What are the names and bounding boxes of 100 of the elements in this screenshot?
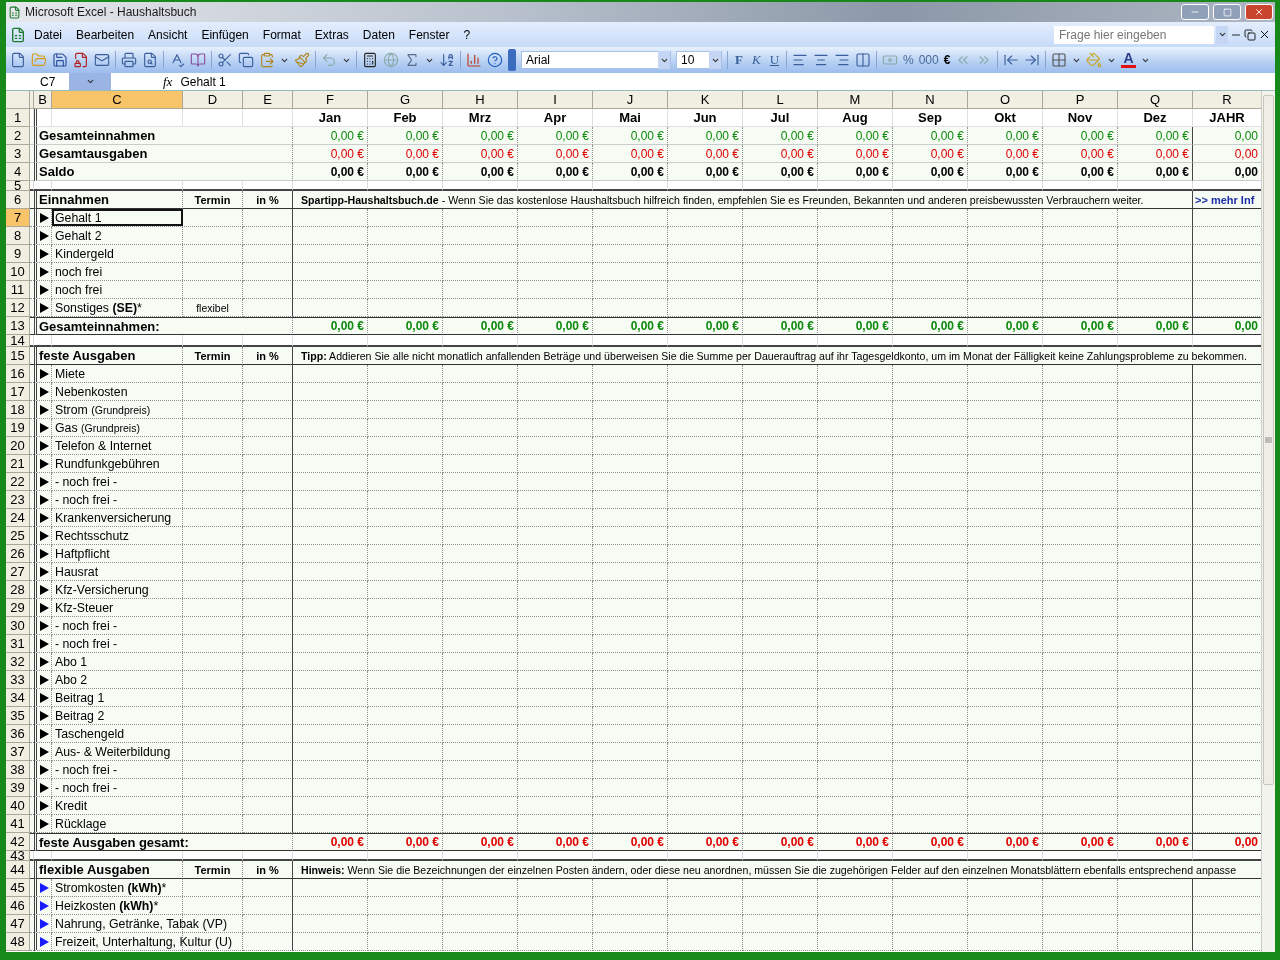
table-cell[interactable]: Dez bbox=[1118, 109, 1193, 127]
table-cell[interactable]: flexibel bbox=[183, 299, 243, 317]
table-cell[interactable]: 0,00 € bbox=[818, 145, 893, 163]
row-header[interactable]: 4 bbox=[6, 163, 30, 181]
row-header[interactable]: 32 bbox=[6, 653, 30, 671]
cut-icon[interactable] bbox=[217, 52, 233, 68]
row-header[interactable]: 40 bbox=[6, 797, 30, 815]
font-size-field[interactable]: 10 bbox=[676, 51, 722, 69]
restore-icon[interactable] bbox=[1244, 28, 1256, 41]
item-label[interactable]: Kindergeld bbox=[52, 245, 243, 263]
row-header[interactable]: 6 bbox=[6, 191, 30, 209]
table-cell[interactable]: Apr bbox=[518, 109, 593, 127]
row-header[interactable]: 22 bbox=[6, 473, 30, 491]
more-info-link[interactable]: >> mehr Inf bbox=[1193, 193, 1255, 206]
item-label[interactable]: Abo 1 bbox=[52, 653, 243, 671]
row-header[interactable]: 23 bbox=[6, 491, 30, 509]
table-cell[interactable]: 0,00 bbox=[1193, 145, 1261, 163]
table-cell[interactable]: 0,00 € bbox=[593, 127, 668, 145]
column-header[interactable]: G bbox=[368, 91, 443, 109]
align-left-icon[interactable] bbox=[792, 52, 808, 68]
menu-item[interactable]: ? bbox=[457, 25, 477, 44]
row-header[interactable]: 9 bbox=[6, 245, 30, 263]
table-cell[interactable]: 0,00 € bbox=[518, 145, 593, 163]
table-cell[interactable]: Termin bbox=[183, 861, 243, 879]
spelling-icon[interactable] bbox=[169, 52, 185, 68]
table-cell[interactable]: 0,00 € bbox=[743, 833, 818, 851]
row-header[interactable]: 15 bbox=[6, 347, 30, 365]
column-header[interactable]: C bbox=[52, 91, 183, 109]
minimize-button[interactable] bbox=[1181, 4, 1209, 20]
column-header[interactable]: R bbox=[1193, 91, 1261, 109]
item-label[interactable]: Gas (Grundpreis) bbox=[52, 419, 243, 437]
item-label[interactable]: - noch frei - bbox=[52, 473, 243, 491]
row-header[interactable]: 30 bbox=[6, 617, 30, 635]
item-label[interactable]: Gehalt 2 bbox=[52, 227, 243, 245]
table-cell[interactable]: 0,00 bbox=[1193, 127, 1261, 145]
format-painter-icon[interactable] bbox=[294, 52, 310, 68]
help-search-field[interactable]: Frage hier eingeben bbox=[1054, 25, 1214, 44]
table-cell[interactable]: 0,00 € bbox=[293, 145, 368, 163]
column-header[interactable]: L bbox=[743, 91, 818, 109]
item-label[interactable]: Beitrag 1 bbox=[52, 689, 243, 707]
table-cell[interactable]: 0,00 € bbox=[368, 145, 443, 163]
chart-icon[interactable] bbox=[466, 52, 482, 68]
table-cell[interactable]: 0,00 € bbox=[1043, 317, 1118, 335]
item-label[interactable]: Rücklage bbox=[52, 815, 243, 833]
table-cell[interactable]: 0,00 € bbox=[293, 833, 368, 851]
currency-icon[interactable] bbox=[882, 52, 898, 68]
table-cell[interactable]: 0,00 € bbox=[743, 127, 818, 145]
table-cell[interactable]: 0,00 € bbox=[818, 163, 893, 181]
row-header[interactable]: 8 bbox=[6, 227, 30, 245]
fill-color-icon[interactable] bbox=[1086, 52, 1103, 68]
row-header[interactable]: 16 bbox=[6, 365, 30, 383]
row-header[interactable]: 3 bbox=[6, 145, 30, 163]
row-header[interactable]: 26 bbox=[6, 545, 30, 563]
row-header[interactable]: 38 bbox=[6, 761, 30, 779]
borders-icon[interactable] bbox=[1051, 52, 1068, 68]
table-cell[interactable]: 0,00 € bbox=[368, 163, 443, 181]
row-header[interactable]: 1 bbox=[6, 109, 30, 127]
item-label[interactable]: Miete bbox=[52, 365, 243, 383]
item-label[interactable]: Rundfunkgebühren bbox=[52, 455, 243, 473]
column-header[interactable]: K bbox=[668, 91, 743, 109]
table-cell[interactable]: 0,00 € bbox=[968, 163, 1043, 181]
item-label[interactable]: Nahrung, Getränke, Tabak (VP) bbox=[52, 915, 243, 933]
row-header[interactable]: 11 bbox=[6, 281, 30, 299]
column-header[interactable]: M bbox=[818, 91, 893, 109]
table-cell[interactable]: 0,00 € bbox=[593, 163, 668, 181]
table-cell[interactable]: 0,00 € bbox=[968, 317, 1043, 335]
table-cell[interactable]: 0,00 bbox=[1193, 833, 1261, 851]
table-cell[interactable]: 0,00 € bbox=[1043, 127, 1118, 145]
table-cell[interactable]: Gesamteinnahmen bbox=[34, 127, 293, 145]
table-cell[interactable]: 0,00 bbox=[1193, 163, 1261, 181]
table-cell[interactable]: Spartipp-Haushaltsbuch.de - Wenn Sie das kostenlose Haushaltsbuch hilfreich finden, empfehlen Sie es Freunden, Bekannten und anderen preisbewussten Verbrauchern weiter. bbox=[293, 191, 1193, 209]
row-header[interactable]: 10 bbox=[6, 263, 30, 281]
table-cell[interactable]: 0,00 € bbox=[743, 317, 818, 335]
paste-icon[interactable] bbox=[259, 52, 275, 68]
table-cell[interactable]: 0,00 € bbox=[293, 317, 368, 335]
table-cell[interactable]: 0,00 € bbox=[1118, 145, 1193, 163]
table-cell[interactable]: 0,00 € bbox=[443, 145, 518, 163]
row-header[interactable]: 39 bbox=[6, 779, 30, 797]
table-cell[interactable]: Mrz bbox=[443, 109, 518, 127]
table-cell[interactable]: Termin bbox=[183, 347, 243, 365]
column-header[interactable]: D bbox=[183, 91, 243, 109]
permission-icon[interactable] bbox=[73, 52, 89, 68]
item-label[interactable]: Freizeit, Unterhaltung, Kultur (U) bbox=[52, 933, 243, 951]
column-header[interactable]: F bbox=[293, 91, 368, 109]
table-cell[interactable]: in % bbox=[243, 191, 293, 209]
item-label[interactable]: Kfz-Steuer bbox=[52, 599, 243, 617]
menu-item[interactable]: Daten bbox=[356, 25, 401, 44]
row-header[interactable]: 33 bbox=[6, 671, 30, 689]
table-cell[interactable]: 0,00 € bbox=[893, 145, 968, 163]
table-cell[interactable]: Sep bbox=[893, 109, 968, 127]
sum-icon[interactable] bbox=[404, 52, 420, 68]
table-cell[interactable]: Nov bbox=[1043, 109, 1118, 127]
table-cell[interactable]: Gesamtausgaben bbox=[34, 145, 293, 163]
table-cell[interactable]: flexible Ausgaben bbox=[34, 861, 183, 879]
row-header[interactable]: 29 bbox=[6, 599, 30, 617]
item-label[interactable]: Heizkosten (kWh)* bbox=[52, 897, 243, 915]
row-header[interactable]: 7 bbox=[6, 209, 30, 227]
row-header[interactable]: 27 bbox=[6, 563, 30, 581]
table-cell[interactable]: 0,00 € bbox=[893, 833, 968, 851]
undo-icon[interactable] bbox=[321, 52, 337, 68]
